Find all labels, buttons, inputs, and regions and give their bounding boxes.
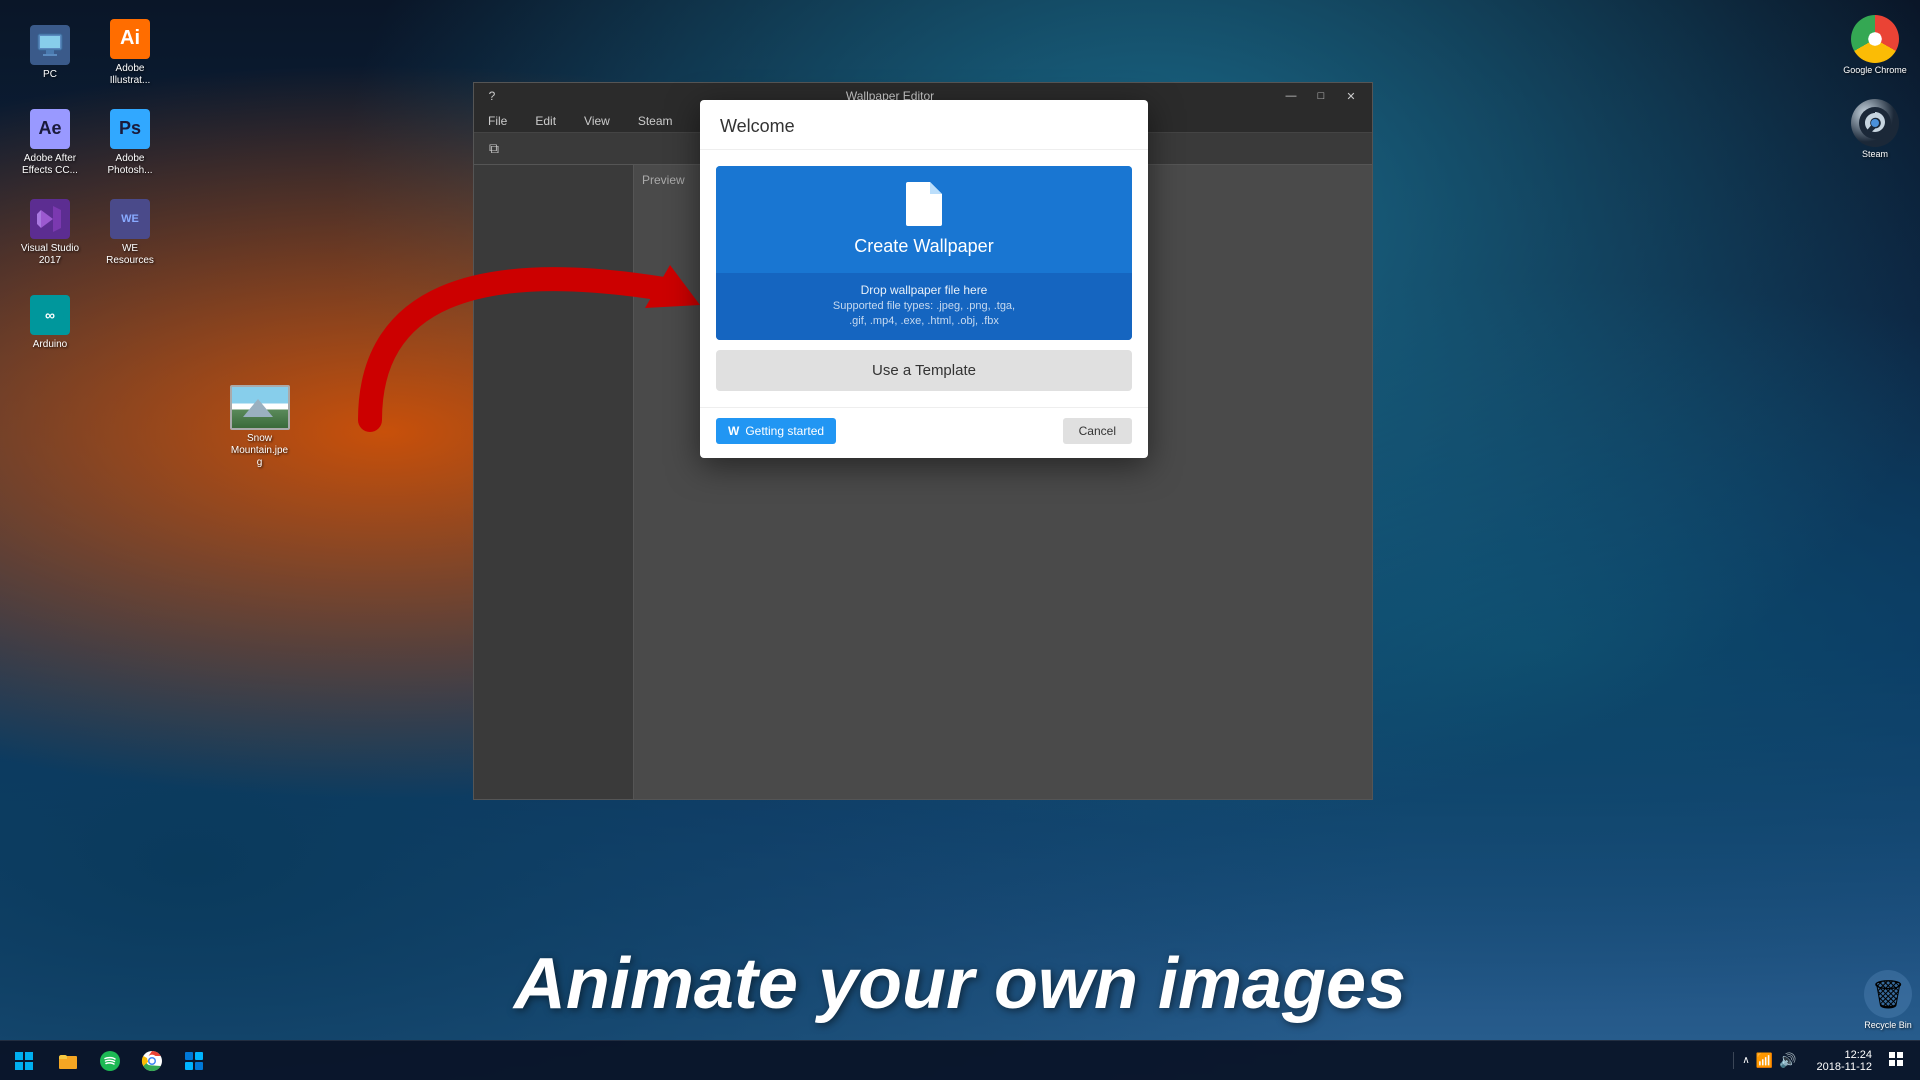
- taskbar-pinned-icons: [48, 1043, 214, 1079]
- preview-label: Preview: [642, 173, 685, 187]
- desktop-icon-ai-label: AdobeIllustrat...: [110, 63, 151, 87]
- taskbar-chevron-icon[interactable]: ∧: [1742, 1055, 1749, 1066]
- menu-view[interactable]: View: [578, 112, 616, 130]
- welcome-dialog: Welcome Create Wallpaper Drop wallpaper …: [700, 100, 1148, 458]
- dialog-body: Create Wallpaper Drop wallpaper file her…: [700, 150, 1148, 407]
- toolbar-copy-button[interactable]: ⧉: [482, 137, 506, 161]
- steam-icon-label: Steam: [1862, 149, 1888, 159]
- menu-file[interactable]: File: [482, 112, 513, 130]
- desktop-icon-pc-label: PC: [43, 69, 57, 81]
- supported-types-text: Supported file types: .jpeg, .png, .tga,…: [833, 299, 1015, 330]
- desktop-icon-arduino[interactable]: ∞ Arduino: [10, 280, 90, 365]
- menu-steam[interactable]: Steam: [632, 112, 679, 130]
- desktop-icon-arduino-label: Arduino: [33, 339, 67, 351]
- create-wallpaper-bottom: Drop wallpaper file here Supported file …: [716, 273, 1132, 340]
- window-restore-button[interactable]: □: [1308, 86, 1334, 106]
- snow-mountain-file[interactable]: SnowMountain.jpeg: [222, 385, 297, 469]
- taskbar-time-value: 12:24: [1844, 1049, 1872, 1061]
- menu-edit[interactable]: Edit: [529, 112, 562, 130]
- window-sidebar: [474, 165, 634, 799]
- window-close-button[interactable]: ✕: [1338, 86, 1364, 106]
- drop-text: Drop wallpaper file here: [861, 283, 988, 297]
- taskbar-date-value: 2018-11-12: [1817, 1061, 1872, 1073]
- getting-started-label: Getting started: [745, 424, 824, 438]
- tray-icon-steam[interactable]: Steam: [1835, 89, 1915, 169]
- desktop-icon-we[interactable]: WE WEResources: [90, 190, 170, 275]
- dialog-title: Welcome: [720, 116, 795, 136]
- file-icon: [906, 182, 942, 226]
- taskbar-clock[interactable]: 12:24 2018-11-12: [1809, 1049, 1880, 1073]
- desktop-icon-vs[interactable]: Visual Studio2017: [10, 190, 90, 275]
- taskbar-spotify[interactable]: [90, 1043, 130, 1079]
- svg-text:∞: ∞: [45, 307, 55, 323]
- chrome-app-icon: [1851, 15, 1899, 63]
- taskbar: ∧ 📶 🔊 12:24 2018-11-12: [0, 1040, 1920, 1080]
- desktop-icon-pc[interactable]: PC: [10, 10, 90, 95]
- create-wallpaper-button[interactable]: Create Wallpaper Drop wallpaper file her…: [716, 166, 1132, 340]
- window-help-button[interactable]: ?: [482, 86, 502, 106]
- window-minimize-button[interactable]: —: [1278, 86, 1304, 106]
- bottom-animate-text: Animate your own images: [514, 944, 1406, 1024]
- chrome-icon-label: Google Chrome: [1843, 65, 1907, 75]
- taskbar-chrome[interactable]: [132, 1043, 172, 1079]
- cancel-button[interactable]: Cancel: [1063, 418, 1132, 444]
- taskbar-file-explorer[interactable]: [48, 1043, 88, 1079]
- snow-mountain-thumbnail: [230, 385, 290, 430]
- desktop-icon-vs-label: Visual Studio2017: [21, 243, 79, 267]
- tray-icon-chrome[interactable]: Google Chrome: [1835, 5, 1915, 85]
- desktop-icon-ps[interactable]: Ps AdobePhotosh...: [90, 100, 170, 185]
- taskbar-network-icon[interactable]: 📶: [1756, 1052, 1773, 1069]
- taskbar-notification-button[interactable]: [1884, 1051, 1908, 1070]
- create-wallpaper-title: Create Wallpaper: [854, 236, 993, 257]
- window-controls: — □ ✕: [1278, 86, 1364, 106]
- dialog-header: Welcome: [700, 100, 1148, 150]
- desktop-icon-we-label: WEResources: [106, 243, 154, 267]
- getting-started-button[interactable]: W Getting started: [716, 418, 836, 444]
- use-template-button[interactable]: Use a Template: [716, 350, 1132, 391]
- steam-app-icon: [1851, 99, 1899, 147]
- taskbar-right-area: ∧ 📶 🔊 12:24 2018-11-12: [1733, 1049, 1916, 1073]
- w-icon: W: [728, 424, 739, 438]
- desktop-icon-ae[interactable]: Ae Adobe AfterEffects CC...: [10, 100, 90, 185]
- snow-mountain-label: SnowMountain.jpeg: [231, 433, 288, 469]
- taskbar-system-icons: ∧ 📶 🔊: [1733, 1052, 1804, 1069]
- dialog-footer: W Getting started Cancel: [700, 407, 1148, 458]
- taskbar-volume-icon[interactable]: 🔊: [1779, 1052, 1796, 1069]
- desktop-icon-ae-label: Adobe AfterEffects CC...: [22, 153, 78, 177]
- desktop-icon-ps-label: AdobePhotosh...: [107, 153, 152, 177]
- start-button[interactable]: [4, 1043, 44, 1079]
- bottom-text-container: Animate your own images: [0, 943, 1920, 1025]
- tray-icons-container: Google Chrome Steam: [1830, 0, 1920, 785]
- taskbar-settings[interactable]: [174, 1043, 214, 1079]
- desktop-icon-ai[interactable]: Ai AdobeIllustrat...: [90, 10, 170, 95]
- desktop-icons-container: PC Ai AdobeIllustrat... Ae Adobe AfterEf…: [10, 10, 170, 460]
- create-wallpaper-top: Create Wallpaper: [716, 166, 1132, 273]
